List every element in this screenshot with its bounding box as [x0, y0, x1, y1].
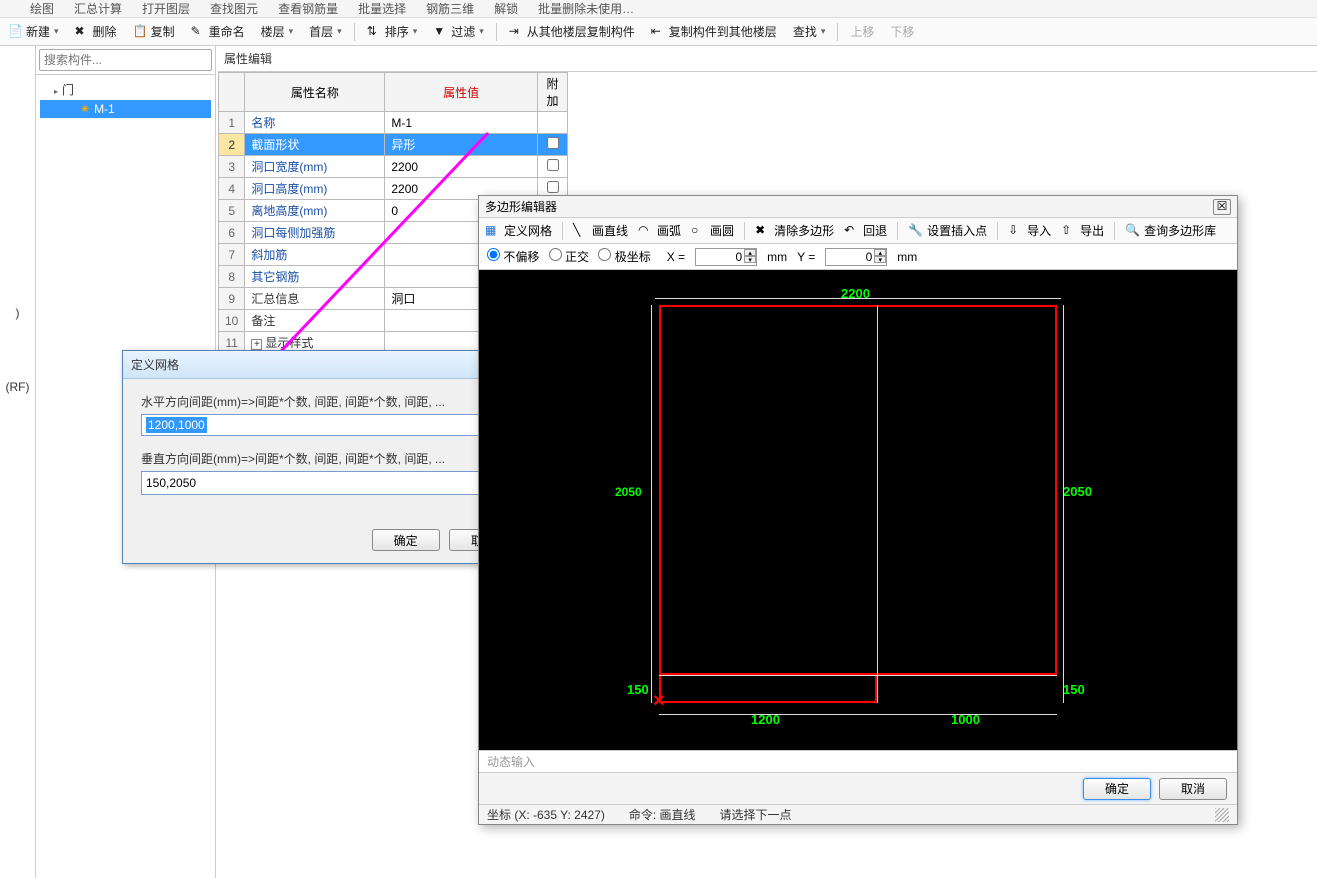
status-hint: 请选择下一点: [720, 806, 1191, 823]
y-spin-up[interactable]: ▴: [874, 249, 886, 256]
delete-icon: ✖: [75, 24, 91, 40]
copy-to-other-button[interactable]: ⇤复制构件到其他楼层: [647, 21, 781, 42]
circle-icon: ○: [691, 223, 707, 239]
col-extra: 附加: [538, 73, 568, 112]
drawing-canvas[interactable]: 2200 2050 2050 150 150 1200 1000 ×: [479, 270, 1237, 750]
sort-icon: ⇅: [367, 24, 383, 40]
copy-from-icon: ⇥: [509, 24, 525, 40]
copy-to-icon: ⇤: [651, 24, 667, 40]
find-button[interactable]: 查找: [789, 21, 830, 42]
attach-checkbox[interactable]: [547, 181, 559, 193]
close-icon: ☒: [1217, 199, 1228, 213]
pe-title-text: 多边形编辑器: [485, 198, 557, 215]
status-coord: 坐标 (X: -635 Y: 2427): [487, 806, 605, 823]
import-button[interactable]: ⇩导入: [1008, 222, 1051, 239]
dialog-titlebar[interactable]: 定义网格 ✕: [123, 351, 535, 379]
draw-circle-button[interactable]: ○画圆: [691, 222, 734, 239]
y-spin-down[interactable]: ▾: [874, 256, 886, 263]
copy-from-other-button[interactable]: ⇥从其他楼层复制构件: [505, 21, 639, 42]
y-label: Y =: [797, 250, 815, 264]
undo-icon: ↶: [844, 223, 860, 239]
pe-titlebar[interactable]: 多边形编辑器 ☒: [479, 196, 1237, 218]
x-spin-up[interactable]: ▴: [744, 249, 756, 256]
define-grid-dialog: 定义网格 ✕ 水平方向间距(mm)=>间距*个数, 间距, 间距*个数, 间距,…: [122, 350, 536, 564]
polygon-editor-window: 多边形编辑器 ☒ ▦定义网格 ╲画直线 ◠画弧 ○画圆 ✖清除多边形 ↶回退 🔧…: [478, 195, 1238, 825]
pe-ok-button[interactable]: 确定: [1083, 778, 1151, 800]
node-icon: ✷: [80, 102, 90, 116]
new-button[interactable]: 📄新建: [4, 21, 63, 42]
pe-close-button[interactable]: ☒: [1213, 199, 1231, 215]
export-button[interactable]: ⇧导出: [1061, 222, 1104, 239]
move-down-button[interactable]: 下移: [886, 21, 918, 42]
clear-button[interactable]: ✖清除多边形: [755, 222, 834, 239]
col-name: 属性名称: [245, 73, 385, 112]
resize-grip[interactable]: [1215, 808, 1229, 822]
grid-icon: ▦: [485, 223, 501, 239]
define-grid-button[interactable]: ▦定义网格: [485, 222, 552, 239]
floors-button[interactable]: 楼层: [257, 21, 298, 42]
search-input[interactable]: [39, 49, 212, 71]
col-value: 属性值: [385, 73, 538, 112]
undo-button[interactable]: ↶回退: [844, 222, 887, 239]
filter-icon: ▼: [433, 24, 449, 40]
status-cmd: 命令: 画直线: [629, 806, 696, 823]
new-icon: 📄: [8, 24, 24, 40]
wrench-icon: 🔧: [908, 223, 924, 239]
filter-button[interactable]: ▼过滤: [429, 21, 488, 42]
pe-status-bar: 坐标 (X: -635 Y: 2427) 命令: 画直线 请选择下一点: [479, 804, 1237, 824]
set-insert-button[interactable]: 🔧设置插入点: [908, 222, 987, 239]
copy-icon: 📋: [133, 24, 149, 40]
export-icon: ⇧: [1061, 223, 1077, 239]
arc-icon: ◠: [638, 223, 654, 239]
copy-button[interactable]: 📋复制: [129, 21, 179, 42]
clear-icon: ✖: [755, 223, 771, 239]
pe-coord-bar: 不偏移 正交 极坐标 X = ▴▾ mm Y = ▴▾ mm: [479, 244, 1237, 270]
table-row[interactable]: 2截面形状异形: [219, 134, 568, 156]
sort-button[interactable]: ⇅排序: [363, 21, 422, 42]
radio-no-offset[interactable]: 不偏移: [487, 250, 539, 264]
tree-node-m1[interactable]: ✷M-1: [40, 100, 211, 118]
y-unit: mm: [897, 250, 917, 264]
left-strip: ) (RF): [0, 46, 36, 878]
tree-node-door[interactable]: 门: [40, 79, 211, 100]
dim-left: 2050: [615, 484, 642, 499]
move-up-button[interactable]: 上移: [846, 21, 878, 42]
pe-cancel-button[interactable]: 取消: [1159, 778, 1227, 800]
table-row[interactable]: 1名称M-1: [219, 112, 568, 134]
dynamic-input-bar[interactable]: 动态输入: [479, 750, 1237, 772]
dim-right: 2050: [1063, 484, 1092, 499]
property-panel-title: 属性编辑: [218, 46, 1317, 72]
x-label: X =: [667, 250, 685, 264]
radio-ortho[interactable]: 正交: [549, 250, 589, 264]
first-floor-button[interactable]: 首层: [305, 21, 346, 42]
origin-marker: ×: [653, 690, 665, 713]
h-spacing-input[interactable]: 1200,1000: [141, 414, 517, 436]
h-spacing-label: 水平方向间距(mm)=>间距*个数, 间距, 间距*个数, 间距, ...: [141, 393, 517, 410]
query-lib-button[interactable]: 🔍查询多边形库: [1125, 222, 1216, 239]
component-tree[interactable]: 门 ✷M-1: [36, 75, 215, 122]
x-unit: mm: [767, 250, 787, 264]
dialog-title: 定义网格: [131, 356, 179, 373]
v-spacing-input[interactable]: [141, 471, 517, 495]
pe-toolbar: ▦定义网格 ╲画直线 ◠画弧 ○画圆 ✖清除多边形 ↶回退 🔧设置插入点 ⇩导入…: [479, 218, 1237, 244]
grid-ok-button[interactable]: 确定: [372, 529, 440, 551]
table-row[interactable]: 3洞口宽度(mm)2200: [219, 156, 568, 178]
toolbar-secondary: 📄新建 ✖删除 📋复制 ✎重命名 楼层 首层 ⇅排序 ▼过滤 ⇥从其他楼层复制构…: [0, 18, 1317, 46]
ribbon-partial: 绘图汇总计算打开图层查找图元查看钢筋量批量选择钢筋三维解锁批量删除未使用…: [0, 0, 1317, 18]
line-icon: ╲: [573, 223, 589, 239]
dim-right-small: 150: [1063, 682, 1085, 697]
draw-arc-button[interactable]: ◠画弧: [638, 222, 681, 239]
attach-checkbox[interactable]: [547, 159, 559, 171]
radio-polar[interactable]: 极坐标: [598, 250, 650, 264]
rename-icon: ✎: [191, 24, 207, 40]
x-spin-down[interactable]: ▾: [744, 256, 756, 263]
import-icon: ⇩: [1008, 223, 1024, 239]
rename-button[interactable]: ✎重命名: [187, 21, 249, 42]
delete-button[interactable]: ✖删除: [71, 21, 121, 42]
v-spacing-label: 垂直方向间距(mm)=>间距*个数, 间距, 间距*个数, 间距, ...: [141, 450, 517, 467]
attach-checkbox[interactable]: [547, 137, 559, 149]
draw-line-button[interactable]: ╲画直线: [573, 222, 628, 239]
search-icon: 🔍: [1125, 223, 1141, 239]
dim-left-small: 150: [627, 682, 649, 697]
